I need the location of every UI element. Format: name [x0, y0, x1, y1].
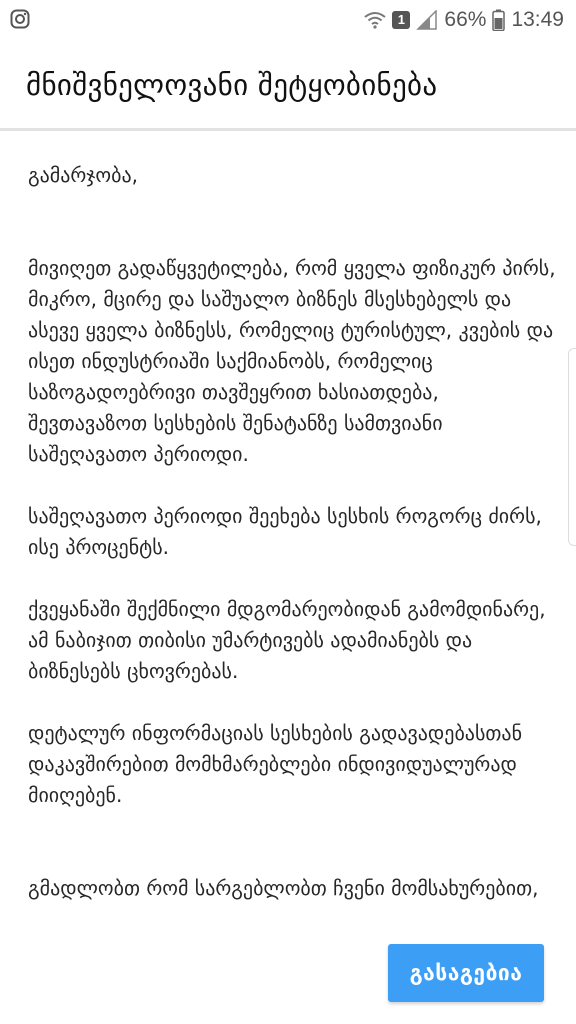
- dialog-header: მნიშვნელოვანი შეტყობინება: [0, 40, 576, 128]
- ok-button[interactable]: გასაგებია: [388, 944, 544, 1002]
- instagram-icon: [10, 9, 30, 29]
- battery-icon: [492, 9, 506, 32]
- paragraph-situation: ქვეყანაში შექმნილი მდგომარეობიდან გამომდ…: [28, 597, 546, 683]
- paragraph-grace-period: საშეღავათო პერიოდი შეეხება სესხის როგორც…: [28, 504, 542, 559]
- clock: 13:49: [511, 8, 564, 31]
- status-bar: 1 66% 13:49: [0, 0, 576, 40]
- page-title: მნიშვნელოვანი შეტყობინება: [26, 68, 438, 102]
- paragraph-decision: მივიღეთ გადაწყვეტილება, რომ ყველა ფიზიკუ…: [28, 256, 556, 466]
- scroll-indicator[interactable]: [568, 348, 576, 546]
- header-divider: [0, 128, 576, 131]
- closing-text: გმადლობთ რომ სარგებლობთ ჩვენი მომსახურებ…: [28, 876, 539, 900]
- battery-percentage: 66%: [444, 8, 487, 31]
- greeting-text: გამარჯობა,: [28, 163, 138, 187]
- wifi-icon: [364, 10, 387, 30]
- sim-icon: 1: [392, 11, 411, 29]
- signal-icon: [416, 9, 438, 30]
- paragraph-details: დეტალურ ინფორმაციას სესხების გადავადებას…: [28, 721, 523, 807]
- status-icons: 1 66% 13:49: [364, 6, 564, 34]
- message-body[interactable]: გამარჯობა, მივიღეთ გადაწყვეტილება, რომ ყ…: [28, 160, 558, 904]
